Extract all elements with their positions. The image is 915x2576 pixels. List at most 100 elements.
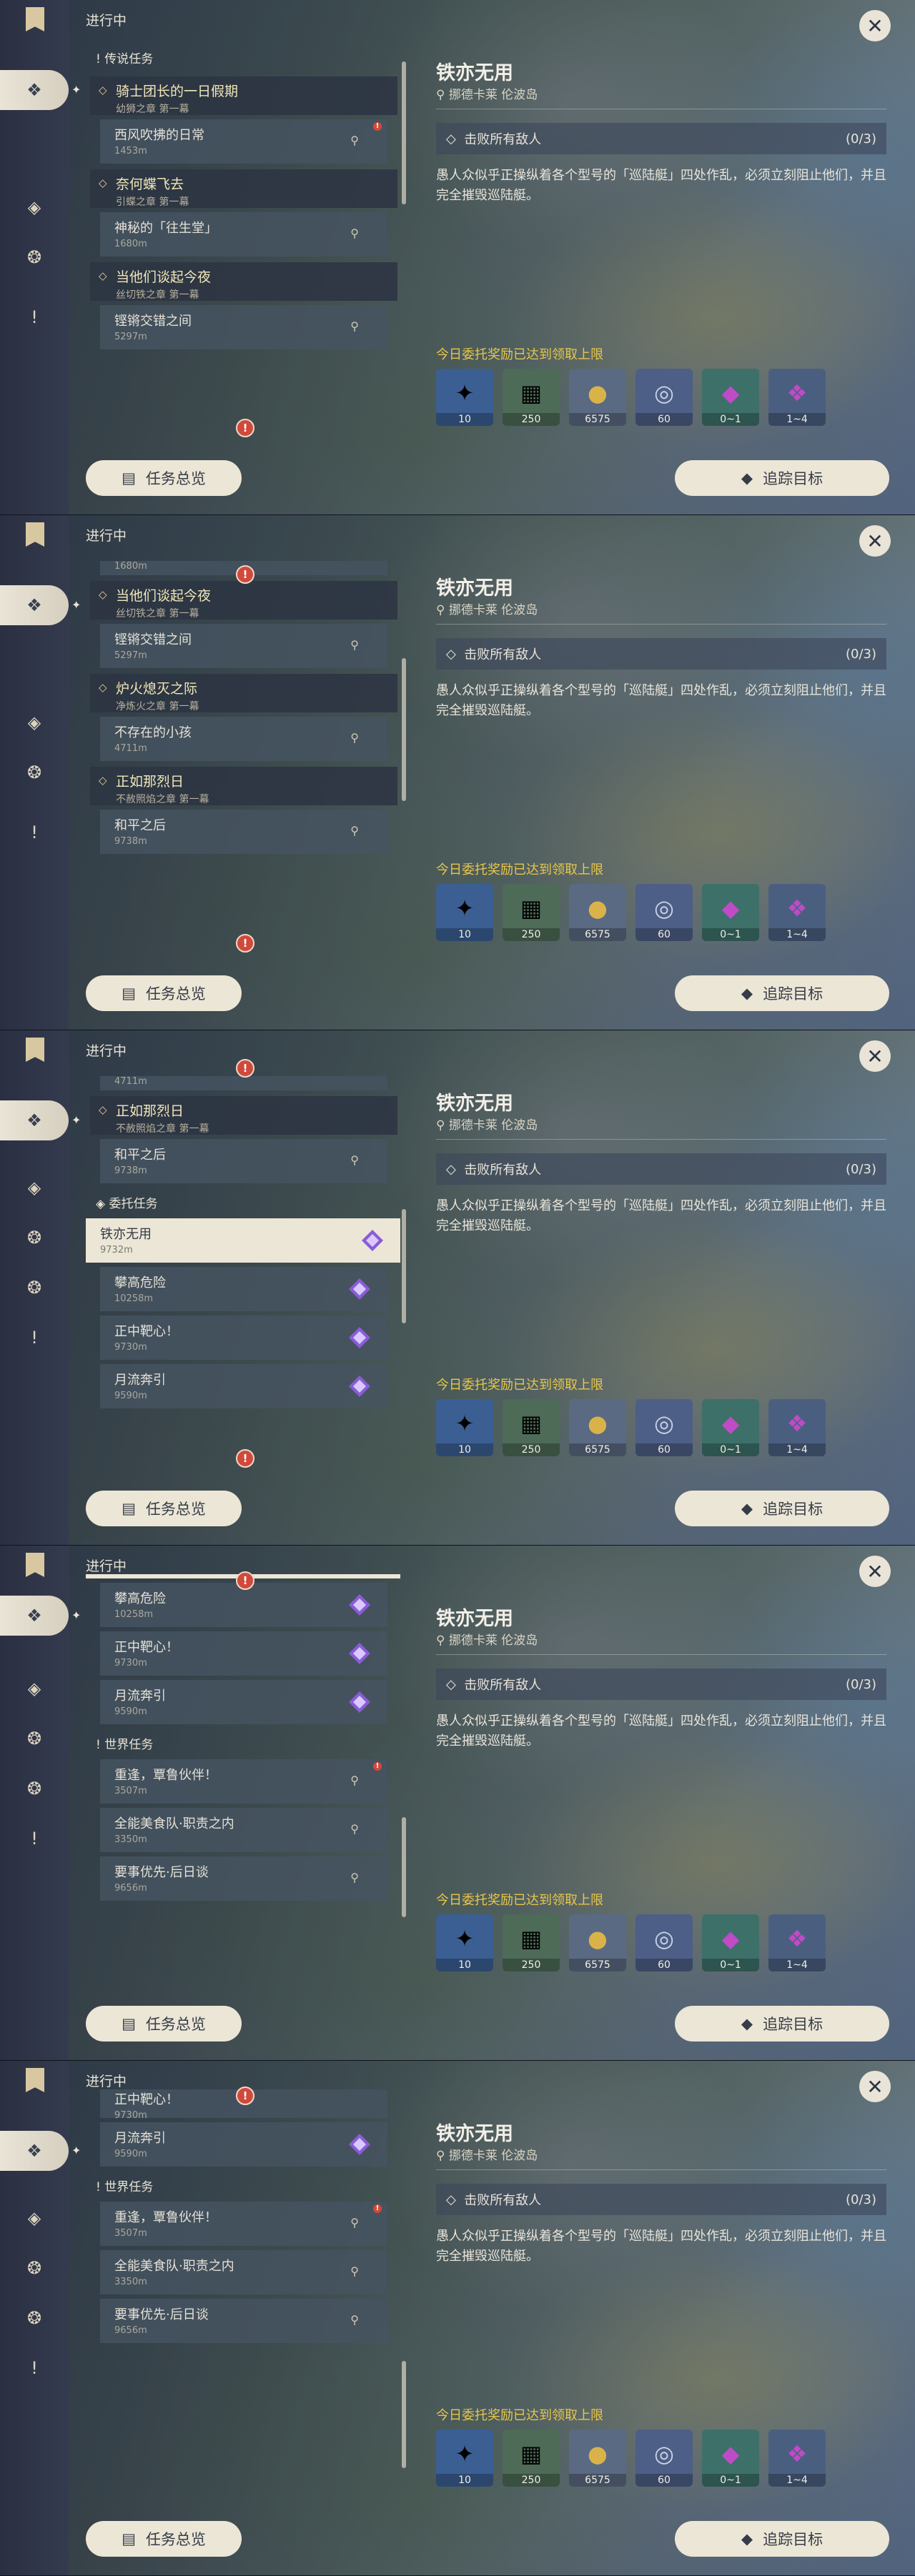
quest-overview-button[interactable]: ▤ 任务总览: [86, 460, 242, 496]
diamond-icon[interactable]: ◈: [20, 1674, 49, 1703]
quest-book-icon: ▤: [122, 2530, 136, 2547]
quest-group[interactable]: ◇ 骑士团长的一日假期 幼狮之章 第一幕: [90, 76, 397, 115]
button-label: 任务总览: [145, 470, 206, 487]
quest-overview-button[interactable]: ▤ 任务总览: [86, 1491, 242, 1526]
reward-crystal[interactable]: ◆ 0~1: [702, 884, 759, 941]
quest-overview-button[interactable]: ▤ 任务总览: [86, 2006, 242, 2042]
compass-alt-icon[interactable]: ❂: [20, 1273, 49, 1302]
exclamation-icon[interactable]: !: [20, 2354, 49, 2382]
reward-book[interactable]: ▦ 250: [503, 2430, 560, 2487]
reward-crystal-cluster[interactable]: ❖ 1~4: [768, 369, 826, 426]
bookmark-icon[interactable]: [26, 1038, 44, 1062]
bookmark-icon[interactable]: [26, 1553, 44, 1577]
quest-item[interactable]: 正中靶心！ 9730m: [100, 1631, 387, 1676]
quest-item[interactable]: 月流奔引 9590m: [100, 2122, 387, 2167]
sparkle-icon: ✦: [71, 598, 81, 612]
reward-crystal[interactable]: ◆ 0~1: [702, 1914, 759, 1971]
reward-crystal-cluster[interactable]: ❖ 1~4: [768, 1399, 826, 1456]
diamond-icon[interactable]: ◈: [20, 708, 49, 737]
quest-overview-button[interactable]: ▤ 任务总览: [86, 2521, 242, 2557]
quest-group[interactable]: ◇ 炉火熄灭之际 净炼火之章 第一幕: [90, 674, 397, 712]
reward-crystal[interactable]: ◆ 0~1: [702, 2430, 759, 2487]
quest-item[interactable]: 和平之后 9738m ⚲: [100, 1139, 387, 1183]
sparkle-diamond-icon[interactable]: ❖: [0, 1100, 69, 1140]
reward-crystal[interactable]: ◆ 0~1: [702, 369, 759, 426]
diamond-icon[interactable]: ◈: [20, 2204, 49, 2232]
quest-item[interactable]: 全能美食队·职责之内 3350m ⚲: [100, 1808, 387, 1852]
exclamation-icon[interactable]: !: [20, 818, 49, 847]
quest-item[interactable]: 铿锵交错之间 5297m ⚲: [100, 624, 387, 668]
scrollbar[interactable]: [402, 1817, 406, 1917]
quest-item[interactable]: 月流奔引 9590m: [100, 1680, 387, 1724]
quest-item[interactable]: 月流奔引 9590m: [100, 1364, 387, 1408]
reward-friendship[interactable]: ◎ 60: [635, 1914, 693, 1971]
compass-icon[interactable]: ❂: [20, 1223, 49, 1252]
reward-mora[interactable]: ● 6575: [569, 884, 626, 941]
reward-star[interactable]: ✦ 10: [436, 884, 493, 941]
diamond-icon[interactable]: ◈: [20, 1173, 49, 1202]
reward-star[interactable]: ✦ 10: [436, 1399, 493, 1456]
compass-alt-icon[interactable]: ❂: [20, 1774, 49, 1803]
reward-mora[interactable]: ● 6575: [569, 2430, 626, 2487]
reward-crystal-cluster[interactable]: ❖ 1~4: [768, 884, 826, 941]
reward-friendship[interactable]: ◎ 60: [635, 1399, 693, 1456]
scrollbar[interactable]: [402, 2361, 406, 2468]
scrollbar[interactable]: [402, 1209, 406, 1323]
compass-alt-icon[interactable]: ❂: [20, 2304, 49, 2332]
reward-star[interactable]: ✦ 10: [436, 2430, 493, 2487]
sparkle-diamond-icon[interactable]: ❖: [0, 2131, 69, 2171]
quest-item-selected[interactable]: 铁亦无用 9732m: [86, 1218, 400, 1263]
exclamation-icon[interactable]: !: [20, 1323, 49, 1352]
reward-crystal-cluster[interactable]: ❖ 1~4: [768, 2430, 826, 2487]
reward-mora[interactable]: ● 6575: [569, 369, 626, 426]
quest-group[interactable]: ◇ 当他们谈起今夜 丝切铁之章 第一幕: [90, 262, 397, 301]
quest-overview-button[interactable]: ▤ 任务总览: [86, 975, 242, 1011]
bookmark-icon[interactable]: [26, 2068, 44, 2092]
reward-friendship[interactable]: ◎ 60: [635, 884, 693, 941]
quest-item[interactable]: 要事优先·后日谈 9656m ⚲: [100, 1856, 387, 1901]
quest-group[interactable]: ◇ 正如那烈日 不赦照焰之章 第一幕: [90, 1096, 397, 1135]
reward-book[interactable]: ▦ 250: [503, 1399, 560, 1456]
scrollbar[interactable]: [402, 61, 406, 204]
quest-item[interactable]: 全能美食队·职责之内 3350m ⚲: [100, 2250, 387, 2294]
quest-item[interactable]: 正中靶心！ 9730m: [100, 1316, 387, 1360]
reward-mora[interactable]: ● 6575: [569, 1399, 626, 1456]
quest-item[interactable]: 和平之后 9738m ⚲: [100, 810, 387, 854]
sparkle-diamond-icon[interactable]: ❖: [0, 70, 69, 110]
compass-icon[interactable]: ❂: [20, 2254, 49, 2282]
quest-item[interactable]: 神秘的「往生堂」 1680m ⚲: [100, 212, 387, 257]
sparkle-diamond-icon[interactable]: ❖: [0, 1596, 69, 1636]
reward-book[interactable]: ▦ 250: [503, 884, 560, 941]
exclamation-icon[interactable]: !: [20, 1824, 49, 1853]
reward-mora[interactable]: ● 6575: [569, 1914, 626, 1971]
reward-crystal[interactable]: ◆ 0~1: [702, 1399, 759, 1456]
quest-item-partial[interactable]: 4711m: [100, 1076, 387, 1090]
diamond-icon[interactable]: ◈: [20, 193, 49, 222]
compass-icon[interactable]: ❂: [20, 243, 49, 272]
quest-step-title: 月流奔引: [114, 1689, 166, 1704]
reward-crystal-cluster[interactable]: ❖ 1~4: [768, 1914, 826, 1971]
scrollbar[interactable]: [402, 658, 406, 801]
reward-friendship[interactable]: ◎ 60: [635, 369, 693, 426]
quest-item[interactable]: 要事优先·后日谈 9656m ⚲: [100, 2299, 387, 2343]
quest-item[interactable]: 西风吹拂的日常 1453m ⚲!: [100, 119, 387, 164]
quest-group[interactable]: ◇ 奈何蝶飞去 引蝶之章 第一幕: [90, 169, 397, 208]
compass-icon[interactable]: ❂: [20, 758, 49, 787]
quest-item[interactable]: 铿锵交错之间 5297m ⚲: [100, 305, 387, 349]
quest-group[interactable]: ◇ 当他们谈起今夜 丝切铁之章 第一幕: [90, 581, 397, 620]
reward-star[interactable]: ✦ 10: [436, 369, 493, 426]
reward-book[interactable]: ▦ 250: [503, 369, 560, 426]
quest-item[interactable]: 重逢，覃鲁伙伴！ 3507m ⚲!: [100, 2202, 387, 2246]
bookmark-icon[interactable]: [26, 522, 44, 547]
quest-item[interactable]: 不存在的小孩 4711m ⚲: [100, 717, 387, 761]
exclamation-icon[interactable]: !: [20, 303, 49, 332]
compass-icon[interactable]: ❂: [20, 1724, 49, 1753]
sparkle-diamond-icon[interactable]: ❖: [0, 585, 69, 625]
reward-star[interactable]: ✦ 10: [436, 1914, 493, 1971]
quest-item[interactable]: 攀高危险 10258m: [100, 1267, 387, 1311]
reward-book[interactable]: ▦ 250: [503, 1914, 560, 1971]
quest-item[interactable]: 重逢，覃鲁伙伴！ 3507m ⚲!: [100, 1759, 387, 1804]
quest-group[interactable]: ◇ 正如那烈日 不赦照焰之章 第一幕: [90, 767, 397, 805]
reward-friendship[interactable]: ◎ 60: [635, 2430, 693, 2487]
bookmark-icon[interactable]: [26, 7, 44, 31]
